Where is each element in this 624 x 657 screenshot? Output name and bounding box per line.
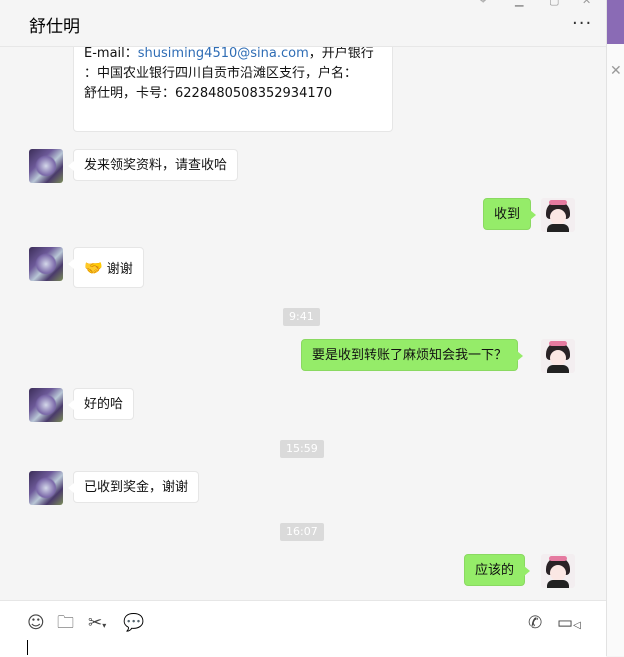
contact-name: 舒仕明: [29, 17, 80, 37]
handshake-emoji: 🤝: [84, 259, 103, 277]
video-icon[interactable]: ▭◁: [557, 613, 581, 636]
chat-header: 舒仕明 ⌖ ▁ ▢ ✕ ···: [0, 0, 606, 47]
contact-avatar[interactable]: [29, 247, 63, 281]
phone-icon[interactable]: ✆: [528, 613, 542, 633]
my-avatar[interactable]: [541, 198, 575, 232]
message-list[interactable]: E-mail：shusiming4510@sina.com，开户银行 ：中国农业…: [0, 47, 606, 600]
email-link[interactable]: shusiming4510@sina.com: [138, 47, 309, 61]
bank-info-line-2: ：中国农业银行四川自贡市沿滩区支行，户名：: [84, 66, 358, 81]
contact-avatar[interactable]: [29, 149, 63, 183]
pin-icon[interactable]: ⌖: [480, 0, 486, 8]
message-bubble[interactable]: 应该的: [464, 554, 531, 586]
message-bubble[interactable]: 要是收到转账了麻烦知会我一下？: [301, 339, 524, 371]
more-icon[interactable]: ···: [572, 13, 592, 34]
timestamp: 9:41: [283, 308, 320, 326]
chat-window: 舒仕明 ⌖ ▁ ▢ ✕ ··· E-mail：shusiming4510@sin…: [0, 0, 606, 657]
emoji-icon[interactable]: ☺: [27, 613, 45, 633]
message-bubble[interactable]: 🤝 谢谢: [68, 247, 144, 288]
minimize-icon[interactable]: ▁: [515, 0, 523, 7]
message-bubble[interactable]: 发来领奖资料，请查收哈: [67, 149, 239, 181]
side-panel-edge: ✕: [606, 0, 624, 656]
my-avatar[interactable]: [541, 554, 575, 588]
timestamp: 15:59: [280, 440, 324, 458]
contact-avatar[interactable]: [29, 471, 63, 505]
close-icon[interactable]: ✕: [582, 0, 591, 7]
contact-avatar[interactable]: [29, 388, 63, 422]
side-close-icon[interactable]: ✕: [610, 64, 622, 78]
input-toolbar: ☺ 🗀 ✂▾ 💬 ✆ ▭◁: [0, 600, 606, 657]
scissors-icon[interactable]: ✂▾: [88, 613, 106, 636]
folder-icon[interactable]: 🗀: [57, 613, 74, 633]
bank-label: ，开户银行: [308, 47, 374, 61]
chat-bubble-icon[interactable]: 💬: [123, 613, 144, 633]
email-label: E-mail：: [84, 47, 138, 61]
timestamp: 16:07: [280, 523, 324, 541]
message-bubble[interactable]: 已收到奖金，谢谢: [67, 471, 200, 503]
message-text: 谢谢: [106, 262, 133, 277]
text-input-cursor[interactable]: [27, 640, 28, 655]
my-avatar[interactable]: [541, 339, 575, 373]
message-bubble[interactable]: 收到: [483, 198, 537, 230]
bank-info-line-3: 舒仕明，卡号：6228480508352934170: [84, 86, 333, 101]
message-bubble[interactable]: 好的哈: [67, 388, 135, 420]
maximize-icon[interactable]: ▢: [549, 0, 559, 7]
message-bubble-bank-info[interactable]: E-mail：shusiming4510@sina.com，开户银行 ：中国农业…: [73, 47, 393, 132]
side-panel-accent: [607, 0, 624, 44]
bank-info-line-1: E-mail：shusiming4510@sina.com，开户银行: [84, 47, 382, 64]
